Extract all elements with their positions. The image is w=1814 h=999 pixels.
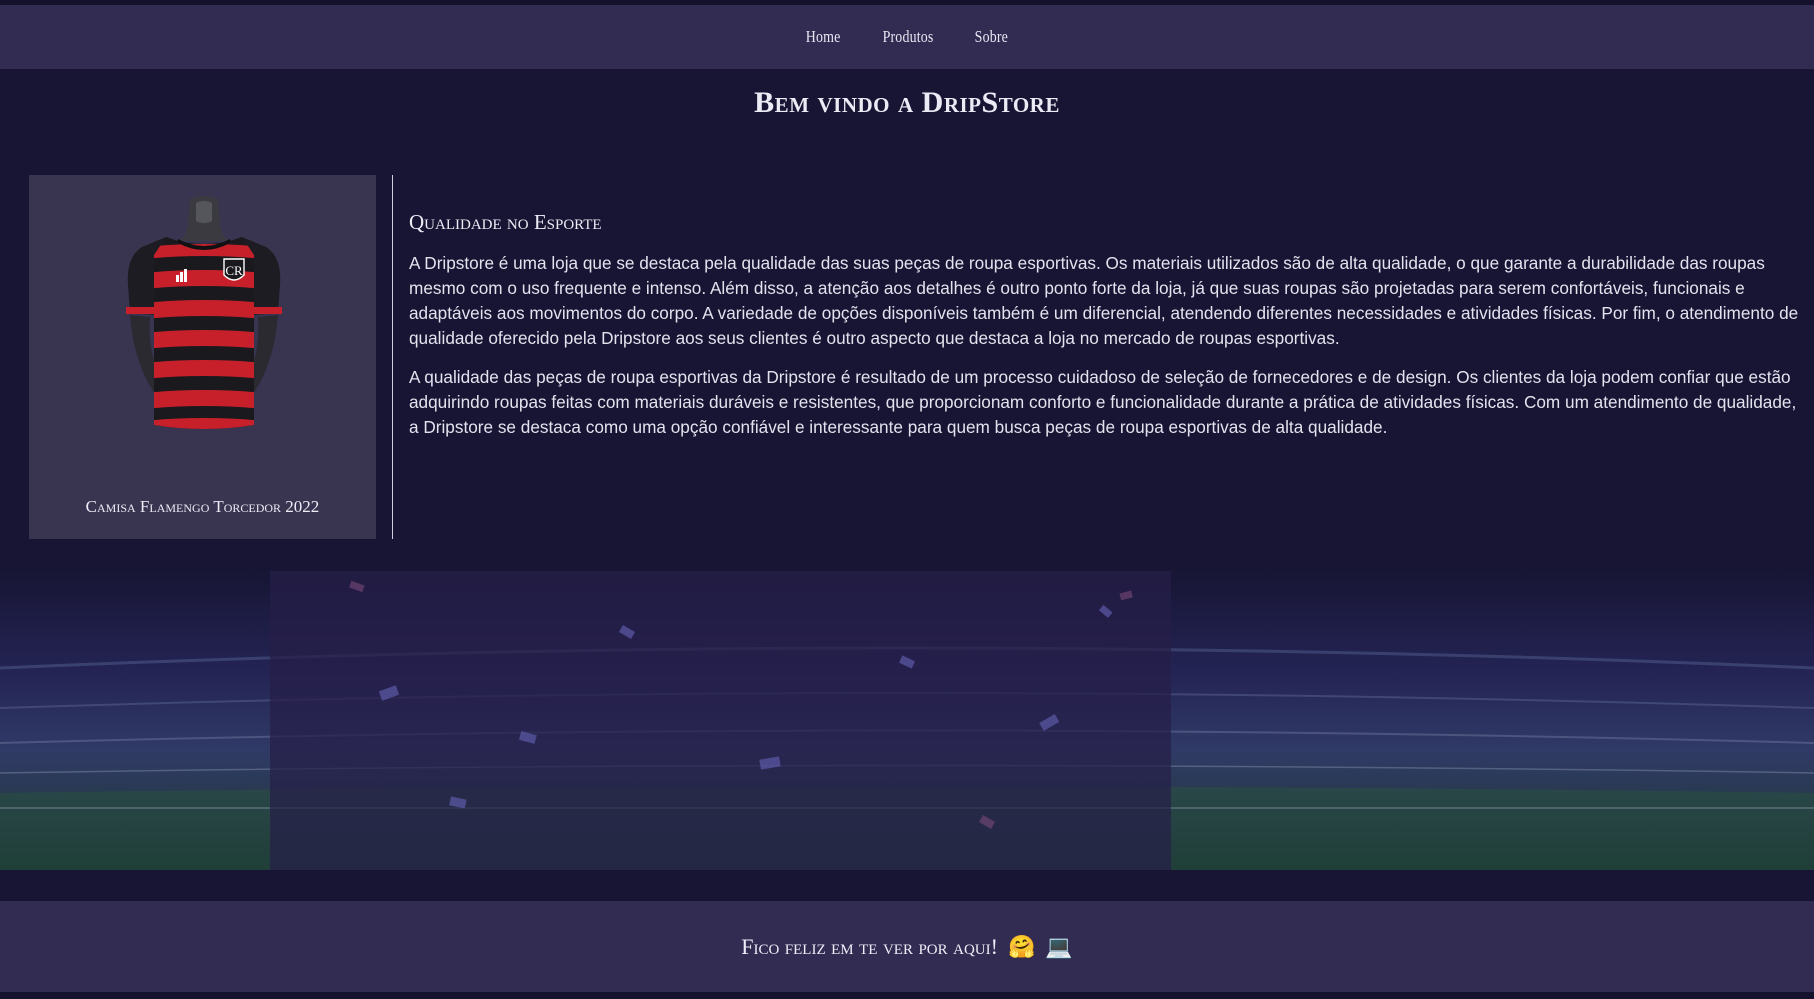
footer-message: Fico feliz em te ver por aqui! [741, 933, 998, 959]
bottom-border [0, 992, 1814, 999]
vertical-divider [392, 175, 393, 539]
hugging-face-emoji-icon: 🤗 [1007, 933, 1036, 959]
page-title: Bem vindo a DripStore [754, 86, 1060, 119]
product-card[interactable]: CR Camisa Flamengo Torcedor 2022 [29, 175, 376, 539]
stadium-image [0, 568, 1814, 870]
section-heading: Qualidade no Esporte [409, 210, 602, 234]
nav-link-home[interactable]: Home [806, 27, 841, 47]
stadium-banner [0, 568, 1814, 870]
nav-link-produtos[interactable]: Produtos [882, 27, 933, 47]
article: Qualidade no Esporte A Dripstore é uma l… [409, 210, 1799, 454]
product-name: Camisa Flamengo Torcedor 2022 [85, 497, 320, 516]
club-crest: CR [223, 258, 245, 281]
laptop-emoji-icon: 💻 [1045, 933, 1073, 959]
paragraph-1: A Dripstore é uma loja que se destaca pe… [409, 253, 1799, 348]
paragraph-2: A qualidade das peças de roupa esportiva… [409, 367, 1797, 437]
product-image[interactable]: CR [104, 195, 304, 435]
navbar: Home Produtos Sobre [0, 5, 1814, 69]
svg-text:CR: CR [225, 263, 243, 278]
footer: Fico feliz em te ver por aqui! 🤗 💻 [0, 901, 1814, 992]
nav-link-sobre[interactable]: Sobre [975, 27, 1008, 47]
